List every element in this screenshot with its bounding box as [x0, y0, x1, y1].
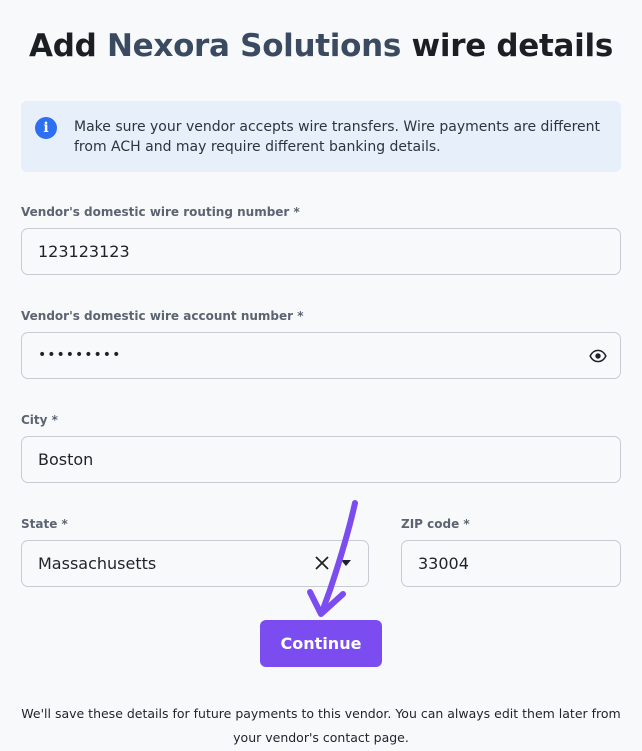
account-number-value: •••••••••: [38, 347, 122, 363]
city-value: Boston: [38, 450, 94, 469]
footer-note: We'll save these details for future paym…: [21, 706, 621, 745]
state-label: State *: [21, 517, 68, 531]
chevron-down-icon[interactable]: [341, 560, 351, 566]
info-text: Make sure your vendor accepts wire trans…: [74, 119, 601, 155]
vendor-name: Nexora Solutions: [107, 28, 402, 64]
page-title: Add Nexora Solutions wire details: [0, 28, 642, 64]
zip-code-input[interactable]: 33004: [401, 540, 621, 587]
close-icon[interactable]: [313, 554, 331, 572]
info-icon: i: [35, 117, 57, 139]
zip-label: ZIP code *: [401, 517, 470, 531]
city-input[interactable]: Boston: [21, 436, 621, 483]
state-value: Massachusetts: [38, 554, 157, 573]
state-select[interactable]: Massachusetts: [21, 540, 369, 587]
zip-code-value: 33004: [418, 554, 469, 573]
routing-number-input[interactable]: 123123123: [21, 228, 621, 275]
eye-icon[interactable]: [589, 347, 607, 365]
account-label: Vendor's domestic wire account number *: [21, 309, 304, 323]
city-label: City *: [21, 413, 58, 427]
title-prefix: Add: [29, 28, 97, 64]
routing-number-value: 123123123: [38, 242, 130, 261]
routing-label: Vendor's domestic wire routing number *: [21, 205, 300, 219]
continue-button[interactable]: Continue: [260, 620, 382, 667]
title-suffix: wire details: [411, 28, 614, 64]
info-banner: i Make sure your vendor accepts wire tra…: [21, 101, 621, 172]
account-number-input[interactable]: •••••••••: [21, 332, 621, 379]
